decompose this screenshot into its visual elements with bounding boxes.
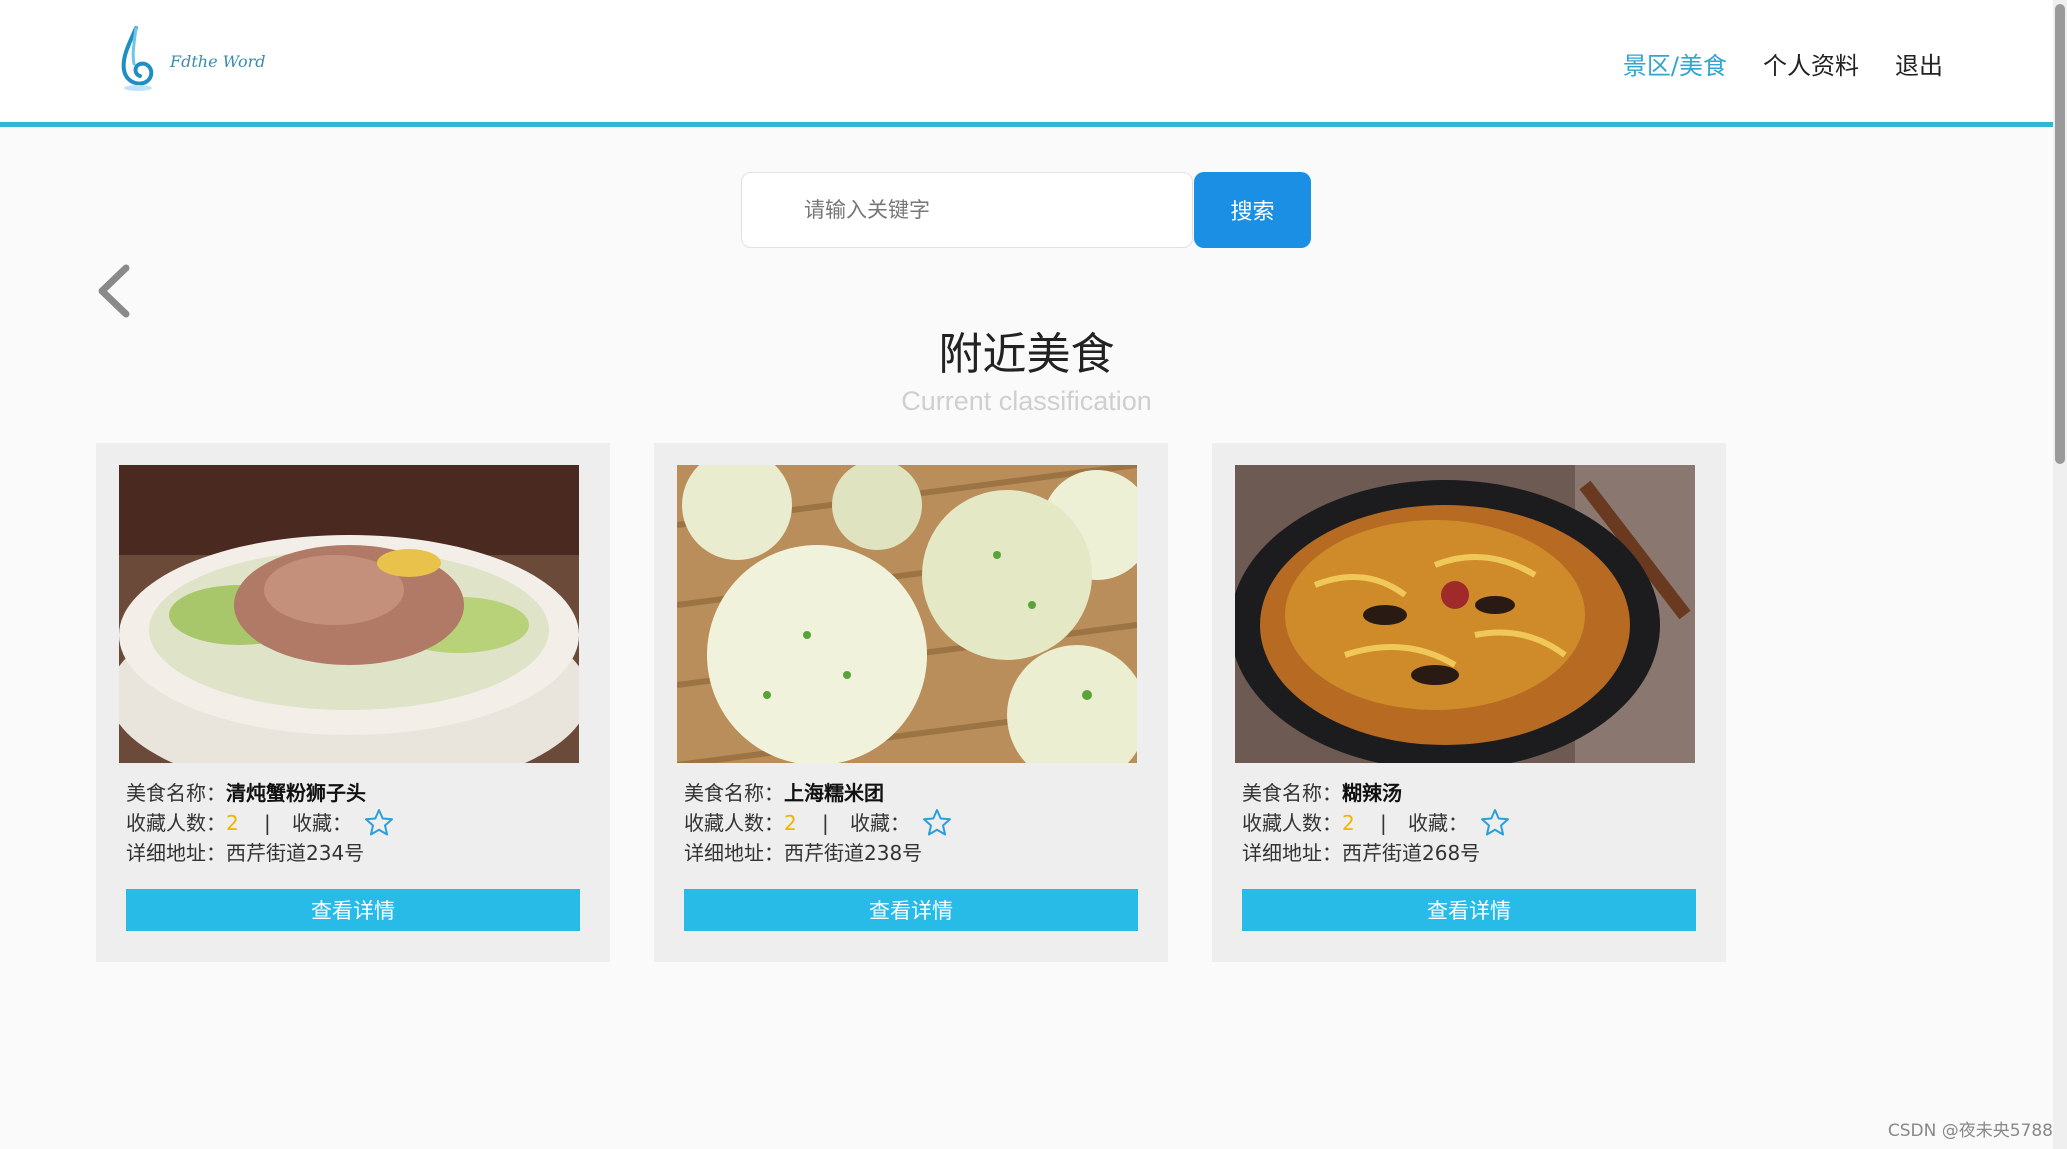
watermark: CSDN @夜未央5788 bbox=[1887, 1121, 2053, 1141]
star-icon[interactable] bbox=[364, 808, 394, 836]
address-label: 详细地址： bbox=[684, 841, 784, 865]
section-subtitle: Current classification bbox=[901, 386, 1152, 416]
favorite-count-label: 收藏人数： bbox=[684, 811, 784, 835]
nav-item-scenic-food[interactable]: 景区/美食 bbox=[1623, 46, 1727, 81]
favorite-line: 收藏人数：2 | 收藏： bbox=[1242, 807, 1510, 836]
divider: | bbox=[822, 811, 829, 835]
favorite-count-label: 收藏人数： bbox=[126, 811, 226, 835]
food-card: 美食名称：上海糯米团 收藏人数：2 | 收藏： 详细地址：西芹街道238号 查看详情 bbox=[654, 443, 1168, 962]
food-name-label: 美食名称： bbox=[126, 781, 226, 805]
favorite-count-label: 收藏人数： bbox=[1242, 811, 1342, 835]
address-label: 详细地址： bbox=[126, 841, 226, 865]
food-name-line: 美食名称：清炖蟹粉狮子头 bbox=[126, 777, 366, 806]
divider: | bbox=[264, 811, 271, 835]
food-card: 美食名称：糊辣汤 收藏人数：2 | 收藏： 详细地址：西芹街道268号 查看详情 bbox=[1212, 443, 1726, 962]
nav-item-profile[interactable]: 个人资料 bbox=[1763, 46, 1859, 81]
section-title: 附近美食 bbox=[938, 329, 1115, 380]
favorite-line: 收藏人数：2 | 收藏： bbox=[126, 807, 394, 836]
search-button[interactable]: 搜索 bbox=[1194, 172, 1311, 248]
favorite-count: 2 bbox=[784, 811, 797, 835]
address-line: 详细地址：西芹街道268号 bbox=[1242, 837, 1480, 866]
food-image-hot-spicy-soup[interactable] bbox=[1235, 465, 1695, 763]
divider: | bbox=[1380, 811, 1387, 835]
food-image-sticky-rice-balls[interactable] bbox=[677, 465, 1137, 763]
food-image-braised-meatball-soup[interactable] bbox=[119, 465, 579, 763]
address-value: 西芹街道238号 bbox=[784, 841, 923, 865]
favorite-count: 2 bbox=[1342, 811, 1355, 835]
view-details-button[interactable]: 查看详情 bbox=[126, 889, 580, 931]
address-label: 详细地址： bbox=[1242, 841, 1342, 865]
address-value: 西芹街道268号 bbox=[1342, 841, 1481, 865]
favorite-label: 收藏： bbox=[292, 811, 352, 835]
favorite-line: 收藏人数：2 | 收藏： bbox=[684, 807, 952, 836]
back-arrow-icon[interactable] bbox=[92, 262, 136, 320]
star-icon[interactable] bbox=[1480, 808, 1510, 836]
favorite-label: 收藏： bbox=[1408, 811, 1468, 835]
star-icon[interactable] bbox=[922, 808, 952, 836]
food-name: 上海糯米团 bbox=[784, 781, 884, 805]
search-input[interactable] bbox=[741, 172, 1193, 248]
food-name: 清炖蟹粉狮子头 bbox=[226, 781, 366, 805]
food-name-label: 美食名称： bbox=[1242, 781, 1342, 805]
food-name: 糊辣汤 bbox=[1342, 781, 1402, 805]
top-header: Fdthe Word 景区/美食 个人资料 退出 bbox=[0, 0, 2053, 127]
address-line: 详细地址：西芹街道234号 bbox=[126, 837, 364, 866]
food-card: 美食名称：清炖蟹粉狮子头 收藏人数：2 | 收藏： 详细地址：西芹街道234号 查看… bbox=[96, 443, 610, 962]
view-details-button[interactable]: 查看详情 bbox=[684, 889, 1138, 931]
view-details-button[interactable]: 查看详情 bbox=[1242, 889, 1696, 931]
food-name-line: 美食名称：糊辣汤 bbox=[1242, 777, 1402, 806]
food-name-label: 美食名称： bbox=[684, 781, 784, 805]
address-line: 详细地址：西芹街道238号 bbox=[684, 837, 922, 866]
main-nav: 景区/美食 个人资料 退出 bbox=[1623, 46, 1943, 81]
favorite-label: 收藏： bbox=[850, 811, 910, 835]
scrollbar-thumb[interactable] bbox=[2055, 4, 2065, 464]
address-value: 西芹街道234号 bbox=[226, 841, 365, 865]
logo-text: Fdthe Word bbox=[170, 52, 266, 71]
logo-drop-icon bbox=[121, 26, 154, 91]
favorite-count: 2 bbox=[226, 811, 239, 835]
food-name-line: 美食名称：上海糯米团 bbox=[684, 777, 884, 806]
nav-item-logout[interactable]: 退出 bbox=[1895, 46, 1943, 81]
